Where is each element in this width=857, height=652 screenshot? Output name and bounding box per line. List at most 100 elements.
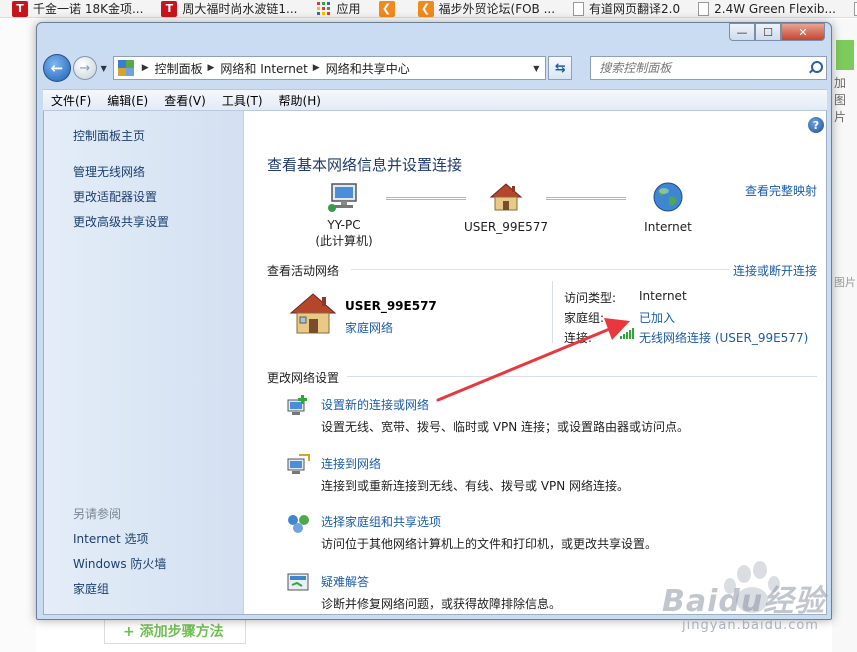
orange-bookmark-icon: ❮	[378, 0, 395, 17]
access-type-value: Internet	[639, 289, 687, 303]
computer-subtitle: (此计算机)	[315, 234, 373, 248]
back-button[interactable]: ←	[43, 54, 71, 82]
t-red-icon: T	[12, 0, 28, 17]
change-settings-label: 更改网络设置	[267, 371, 340, 385]
refresh-icon: ⇆	[554, 60, 566, 76]
menu-tools[interactable]: 工具(T)	[214, 92, 271, 109]
bookmark-item[interactable]: ❮	[367, 0, 406, 17]
connect-network-icon	[287, 454, 310, 474]
maximize-button[interactable]: ☐	[755, 23, 781, 41]
router-name: USER_99E577	[463, 220, 549, 234]
breadcrumb-separator-icon[interactable]: ▶	[310, 63, 320, 73]
search-box[interactable]	[590, 56, 827, 80]
orange-bookmark-icon: ❮	[417, 0, 434, 17]
connection-line	[546, 197, 626, 200]
active-network-name: USER_99E577	[345, 299, 437, 313]
globe-icon	[653, 182, 683, 212]
sidebar-manage-wireless[interactable]: 管理无线网络	[73, 163, 145, 180]
sidebar-advanced-sharing[interactable]: 更改高级共享设置	[73, 213, 169, 230]
sidebar-homegroup[interactable]: 家庭组	[73, 580, 109, 597]
refresh-button[interactable]: ⇆	[548, 56, 573, 80]
main-panel: ? 查看基本网络信息并设置连接 查看完整映射 YY-PC (此计算机) USER…	[244, 111, 827, 614]
network-type-link[interactable]: 家庭网络	[345, 319, 393, 336]
sidebar-control-panel-home[interactable]: 控制面板主页	[73, 127, 145, 144]
bookmark-item[interactable]: 有道网页翻译2.0	[561, 0, 686, 17]
bookmark-item[interactable]: BE	[842, 0, 857, 17]
sidebar-internet-options[interactable]: Internet 选项	[73, 530, 148, 547]
menu-edit[interactable]: 编辑(E)	[99, 92, 156, 109]
computer-node: YY-PC (此计算机)	[309, 181, 379, 249]
setup-new-connection-desc: 设置无线、宽带、拨号、临时或 VPN 连接；或设置路由器或访问点。	[321, 420, 690, 434]
view-full-map-link[interactable]: 查看完整映射	[745, 182, 817, 199]
new-connection-icon	[287, 395, 307, 415]
divider	[351, 269, 729, 270]
close-button[interactable]: ✕	[781, 23, 825, 41]
watermark-subtext: jingyan.baidu.com	[682, 618, 819, 633]
forward-arrow-icon: →	[79, 60, 91, 76]
document-icon	[573, 1, 585, 16]
bookmark-item[interactable]: T 周大福时尚水波链1...	[149, 0, 303, 17]
breadcrumb-control-panel[interactable]: 控制面板 ▶	[155, 60, 221, 77]
connect-to-network-link[interactable]: 连接到网络	[321, 455, 381, 472]
computer-icon	[328, 183, 357, 212]
breadcrumb-separator-icon[interactable]: ▶	[205, 63, 214, 73]
menu-view[interactable]: 查看(V)	[156, 92, 214, 109]
wireless-connection-link[interactable]: 无线网络连接 (USER_99E577)	[639, 329, 808, 346]
internet-label: Internet	[644, 220, 692, 234]
homegroup-sharing-link[interactable]: 选择家庭组和共享选项	[321, 513, 441, 530]
help-icon[interactable]: ?	[808, 117, 824, 133]
setup-new-connection-link[interactable]: 设置新的连接或网络	[321, 396, 429, 413]
chevron-down-icon: ▼	[100, 63, 107, 73]
house-icon	[489, 183, 523, 211]
navigation-bar: ← → ▼ ▶ 控制面板 ▶ 网络和 Internet ▶ 网络和共享中心 ▼ …	[43, 53, 827, 83]
menu-bar: 文件(F) 编辑(E) 查看(V) 工具(T) 帮助(H)	[43, 89, 827, 111]
computer-name: YY-PC	[327, 218, 361, 232]
homegroup-joined-link[interactable]: 已加入	[639, 309, 675, 326]
minimize-button[interactable]: —	[729, 23, 755, 41]
background-page-left	[0, 19, 36, 652]
internet-node: Internet	[628, 181, 708, 234]
content-area: 控制面板主页 管理无线网络 更改适配器设置 更改高级共享设置 另请参阅 Inte…	[43, 111, 827, 615]
watermark-text: Baidu经验	[662, 584, 826, 619]
network-sharing-center-window: — ☐ ✕ ← → ▼ ▶ 控制面板 ▶ 网络和 Internet ▶ 网络和共…	[36, 22, 832, 620]
homegroup-icon	[288, 515, 309, 533]
background-green-block	[836, 40, 854, 70]
t-red-icon: T	[161, 0, 178, 17]
troubleshoot-icon	[287, 573, 309, 591]
address-bar[interactable]: ▶ 控制面板 ▶ 网络和 Internet ▶ 网络和共享中心 ▼	[112, 56, 547, 80]
search-icon[interactable]	[808, 61, 823, 75]
sidebar: 控制面板主页 管理无线网络 更改适配器设置 更改高级共享设置 另请参阅 Inte…	[44, 111, 244, 614]
bookmark-item[interactable]: 2.4W Green Flexib...	[686, 0, 842, 17]
see-also-heading: 另请参阅	[73, 507, 122, 521]
document-icon	[698, 1, 710, 16]
bookmark-item[interactable]: T 千金一诺 18K金项...	[0, 0, 149, 17]
bookmarks-bar: T 千金一诺 18K金项... T 周大福时尚水波链1... 应用 ❮ ❮ 福步外贸论…	[0, 0, 857, 18]
caption-buttons: — ☐ ✕	[729, 23, 825, 41]
background-image-label: 图片	[834, 276, 856, 289]
sidebar-windows-firewall[interactable]: Windows 防火墙	[73, 555, 166, 572]
connect-disconnect-link[interactable]: 连接或断开连接	[733, 262, 817, 279]
breadcrumb-arrow[interactable]: ▶	[140, 63, 155, 73]
wireless-signal-icon	[620, 327, 636, 339]
bookmark-item[interactable]: ❮ 福步外贸论坛(FOB ...	[406, 0, 562, 17]
menu-help[interactable]: 帮助(H)	[271, 92, 329, 109]
recent-pages-dropdown[interactable]: ▼	[99, 64, 109, 73]
troubleshoot-link[interactable]: 疑难解答	[321, 573, 369, 590]
access-type-label: 访问类型:	[564, 291, 617, 305]
address-dropdown-button[interactable]: ▼	[527, 64, 545, 73]
divider	[347, 376, 817, 377]
bookmark-item[interactable]: 应用	[304, 0, 367, 17]
connect-to-network-desc: 连接到或重新连接到无线、有线、拨号或 VPN 网络连接。	[321, 479, 630, 493]
troubleshoot-desc: 诊断并修复网络问题，或获得故障排除信息。	[321, 597, 562, 611]
connections-label: 连接:	[564, 331, 593, 345]
breadcrumb-network-sharing-center[interactable]: 网络和共享中心	[326, 60, 410, 77]
active-networks-label: 查看活动网络	[267, 264, 340, 278]
breadcrumb-network-internet[interactable]: 网络和 Internet ▶	[220, 60, 325, 77]
sidebar-change-adapter[interactable]: 更改适配器设置	[73, 188, 157, 205]
search-input[interactable]	[599, 61, 800, 75]
control-panel-icon	[117, 60, 134, 76]
forward-button[interactable]: →	[72, 56, 97, 80]
menu-file[interactable]: 文件(F)	[43, 92, 99, 109]
home-network-icon	[289, 293, 337, 334]
vertical-divider	[552, 281, 553, 343]
